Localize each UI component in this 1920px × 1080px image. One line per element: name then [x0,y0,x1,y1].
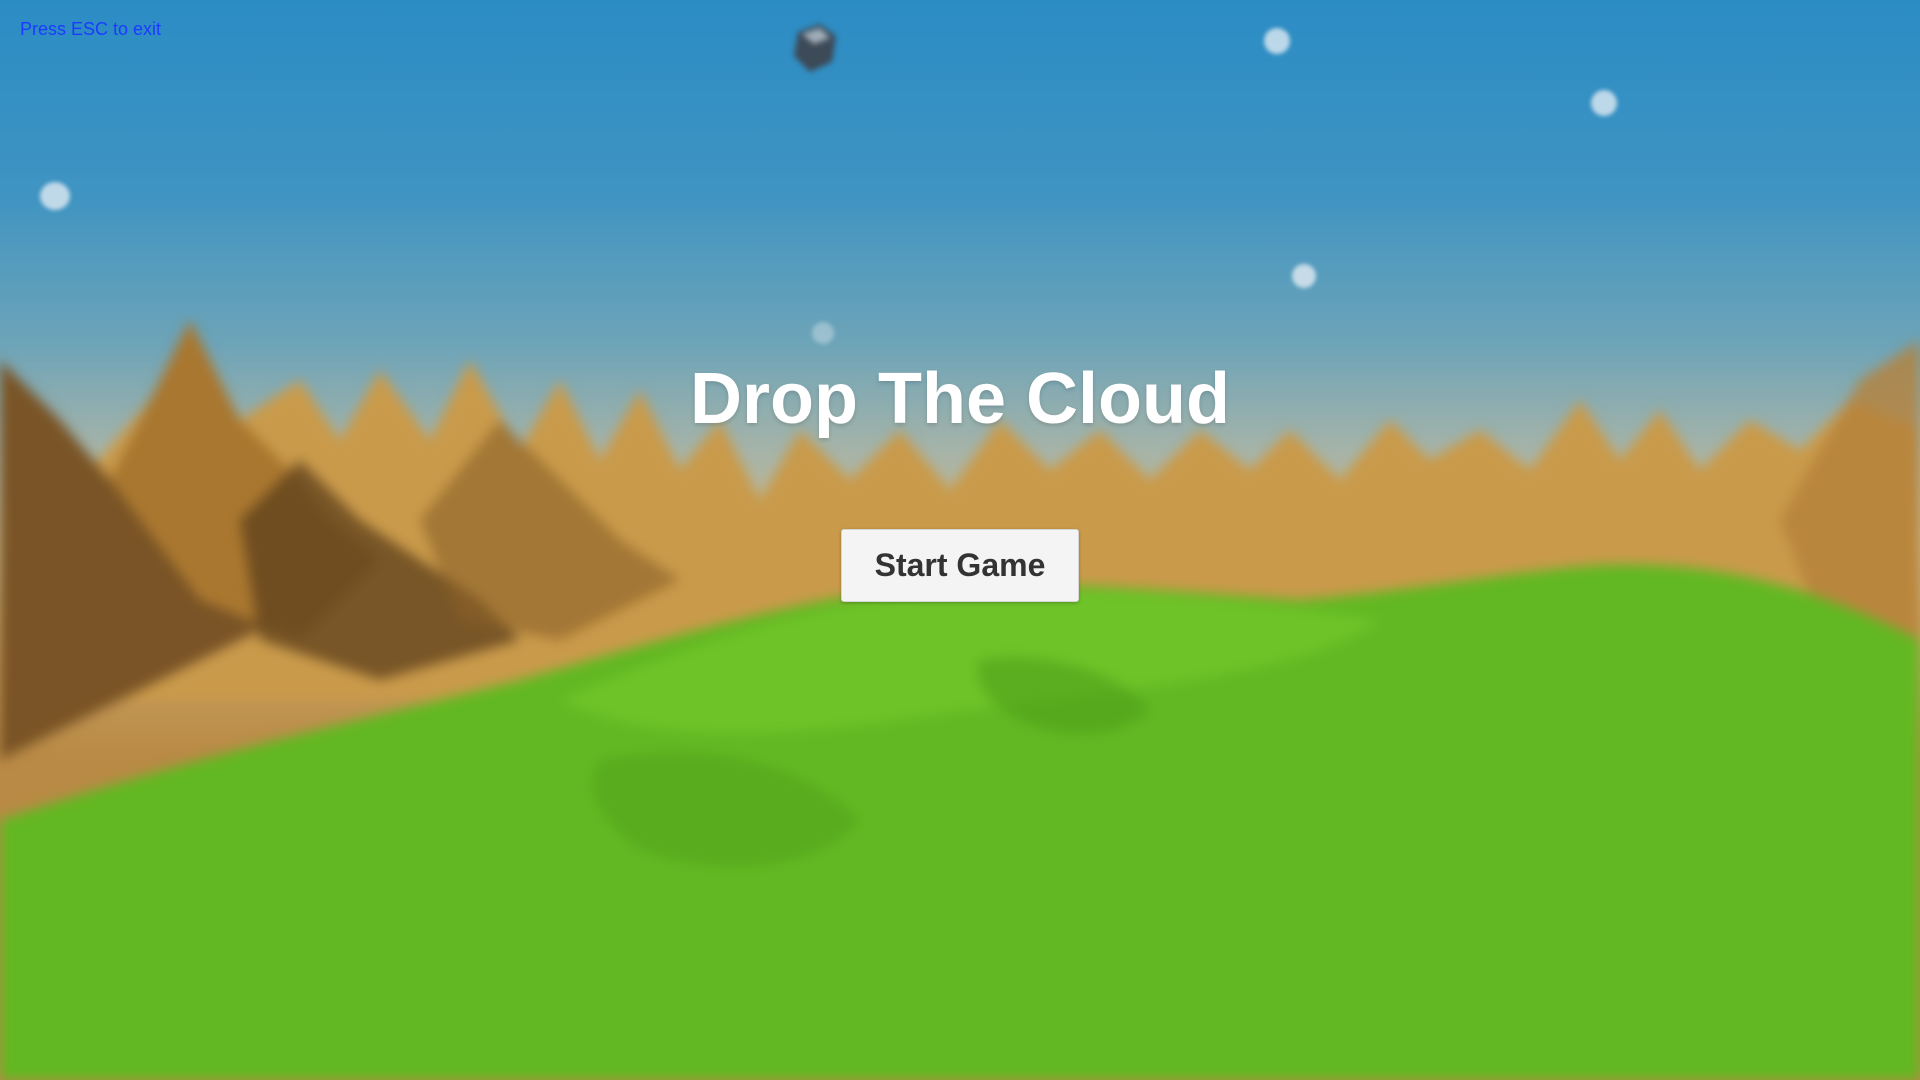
start-game-button[interactable]: Start Game [841,529,1079,602]
snowflake [1264,28,1290,54]
snowflake [812,322,834,344]
snowflake [1292,264,1316,288]
snowflake [1591,90,1617,116]
snowflake [40,182,70,210]
game-title: Drop The Cloud [690,359,1230,439]
esc-exit-hint: Press ESC to exit [20,19,162,39]
game-scene: Press ESC to exit Drop The Cloud Start G… [0,0,1920,1080]
falling-rock [794,24,836,72]
